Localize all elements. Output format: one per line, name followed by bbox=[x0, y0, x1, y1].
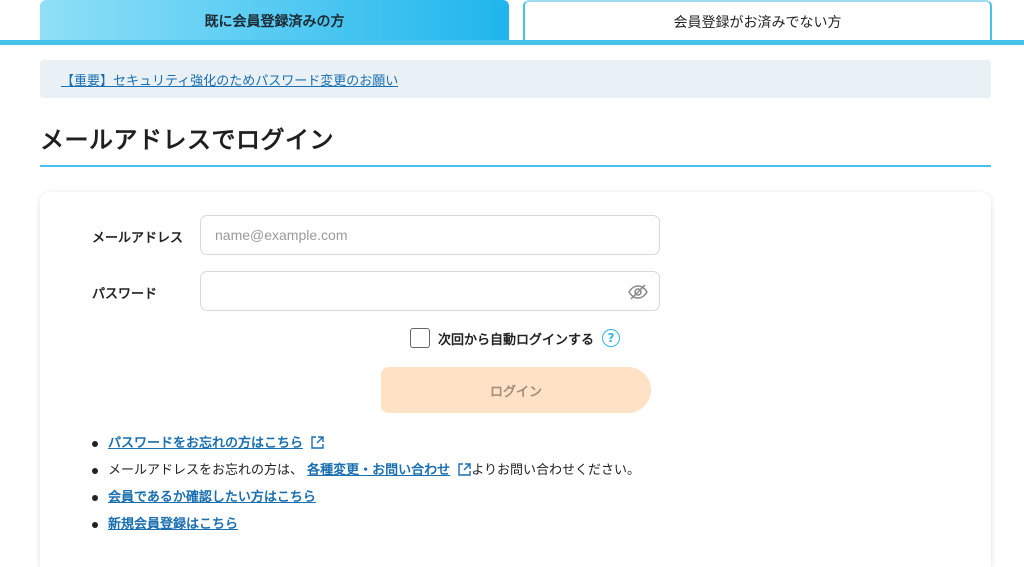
password-label: パスワード bbox=[92, 287, 158, 302]
question-circle-icon[interactable]: ? bbox=[602, 329, 621, 347]
forgot-email-suffix: よりお問い合わせください。 bbox=[471, 463, 641, 478]
list-item: 新規会員登録はこちら bbox=[92, 516, 640, 543]
tab-new-members-label: 会員登録がお済みでない方 bbox=[673, 15, 842, 31]
password-change-notice-link[interactable]: 【重要】セキュリティ強化のためパスワード変更のお願い bbox=[61, 70, 398, 89]
list-item: 会員であるか確認したい方はこちら bbox=[92, 489, 640, 516]
tab-new-members[interactable]: 会員登録がお済みでない方 bbox=[523, 0, 992, 42]
login-tabs: 既に会員登録済みの方 会員登録がお済みでない方 bbox=[0, 0, 1024, 46]
contact-link[interactable]: 各種変更・お問い合わせ bbox=[307, 463, 450, 478]
password-field-wrapper bbox=[200, 271, 660, 311]
list-item: メールアドレスをお忘れの方は、 各種変更・お問い合わせ よりお問い合わせください… bbox=[92, 462, 640, 489]
list-item: パスワードをお忘れの方はこちら bbox=[92, 435, 640, 462]
auto-login-option: 次回から自動ログインする ? bbox=[410, 327, 621, 349]
page-title: メールアドレスでログイン bbox=[40, 126, 334, 154]
important-notice: 【重要】セキュリティ強化のためパスワード変更のお願い bbox=[40, 60, 991, 98]
email-field-wrapper bbox=[200, 215, 660, 255]
password-field[interactable] bbox=[201, 272, 659, 310]
external-link-icon bbox=[458, 463, 472, 482]
check-membership-link[interactable]: 会員であるか確認したい方はこちら bbox=[108, 490, 316, 505]
help-links-list: パスワードをお忘れの方はこちら メールアドレスをお忘れの方は、 各種変更・お問い… bbox=[92, 435, 640, 543]
title-divider bbox=[40, 165, 991, 167]
auto-login-label[interactable]: 次回から自動ログインする bbox=[438, 329, 594, 348]
login-button[interactable]: ログイン bbox=[381, 367, 651, 413]
tab-registered-members-label: 既に会員登録済みの方 bbox=[204, 14, 345, 30]
forgot-password-link[interactable]: パスワードをお忘れの方はこちら bbox=[108, 436, 303, 451]
bullet bbox=[92, 522, 98, 528]
bullet bbox=[92, 441, 98, 447]
email-field[interactable] bbox=[201, 216, 659, 254]
external-link-icon bbox=[311, 436, 324, 455]
bullet bbox=[92, 495, 98, 501]
email-label: メールアドレス bbox=[92, 231, 184, 246]
bullet bbox=[92, 468, 98, 474]
tab-underline bbox=[0, 40, 1024, 45]
tab-registered-members[interactable]: 既に会員登録済みの方 bbox=[40, 0, 509, 42]
new-registration-link[interactable]: 新規会員登録はこちら bbox=[108, 517, 238, 532]
eye-slash-icon[interactable] bbox=[627, 282, 649, 302]
forgot-email-prefix: メールアドレスをお忘れの方は、 bbox=[108, 463, 304, 478]
login-form-card: メールアドレス パスワード 次回から自動ログインする ? ログイン パスワードを… bbox=[40, 192, 991, 567]
auto-login-checkbox[interactable] bbox=[410, 328, 430, 348]
